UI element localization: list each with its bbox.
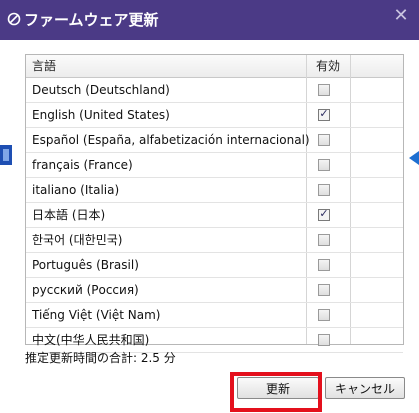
- close-button[interactable]: ✕: [391, 6, 411, 26]
- language-name: русский (Россия): [32, 283, 139, 297]
- table-row[interactable]: Deutsch (Deutschland): [26, 78, 403, 103]
- language-name: Tiếng Việt (Việt Nam): [32, 308, 161, 322]
- enabled-checkbox[interactable]: [318, 234, 330, 246]
- table-row[interactable]: Español (España, alfabetización internac…: [26, 128, 403, 153]
- table-header: 言語 有効: [26, 55, 403, 78]
- table-row[interactable]: italiano (Italia): [26, 178, 403, 203]
- firmware-icon: [7, 12, 21, 26]
- estimated-total-time: 推定更新時間の合計: 2.5 分: [25, 351, 176, 365]
- table-row[interactable]: English (United States): [26, 103, 403, 128]
- firmware-update-dialog: ファームウェア更新 ✕ 言語 有効 Deutsch (Deutschland) E…: [0, 0, 419, 413]
- table-row[interactable]: Português (Brasil): [26, 253, 403, 278]
- enabled-checkbox[interactable]: [318, 259, 330, 271]
- enabled-checkbox[interactable]: [318, 309, 330, 321]
- language-name: français (France): [32, 158, 133, 172]
- table-body: Deutsch (Deutschland) English (United Sta…: [26, 78, 403, 353]
- language-name: Deutsch (Deutschland): [32, 83, 170, 97]
- left-edge-marker: [0, 145, 12, 165]
- language-name: Español (España, alfabetización internac…: [32, 133, 310, 147]
- language-name: 中文(中华人民共和国): [32, 333, 150, 347]
- language-name: 한국어 (대한민국): [32, 233, 123, 247]
- enabled-checkbox[interactable]: [318, 159, 330, 171]
- language-name: italiano (Italia): [32, 183, 120, 197]
- dialog-title: ファームウェア更新: [24, 11, 159, 29]
- table-row[interactable]: Tiếng Việt (Việt Nam): [26, 303, 403, 328]
- table-row[interactable]: 日本語 (日本): [26, 203, 403, 228]
- enabled-checkbox[interactable]: [318, 134, 330, 146]
- language-name: English (United States): [32, 108, 170, 122]
- enabled-checkbox[interactable]: [318, 107, 330, 121]
- column-header-language[interactable]: 言語: [32, 55, 56, 77]
- enabled-checkbox[interactable]: [318, 334, 330, 346]
- table-row[interactable]: français (France): [26, 153, 403, 178]
- language-table: 言語 有効 Deutsch (Deutschland) English (Unit…: [25, 54, 404, 353]
- table-row[interactable]: русский (Россия): [26, 278, 403, 303]
- right-edge-arrow-icon: [409, 151, 419, 165]
- column-header-enabled[interactable]: 有効: [316, 55, 348, 77]
- enabled-checkbox[interactable]: [318, 207, 330, 221]
- enabled-checkbox[interactable]: [318, 284, 330, 296]
- highlight-box: [230, 372, 322, 412]
- language-name: 日本語 (日本): [32, 208, 106, 222]
- language-name: Português (Brasil): [32, 258, 139, 272]
- cancel-button[interactable]: キャンセル: [325, 377, 405, 399]
- enabled-checkbox[interactable]: [318, 184, 330, 196]
- enabled-checkbox[interactable]: [318, 84, 330, 96]
- title-bar: ファームウェア更新 ✕: [0, 0, 419, 40]
- table-row[interactable]: 한국어 (대한민국): [26, 228, 403, 253]
